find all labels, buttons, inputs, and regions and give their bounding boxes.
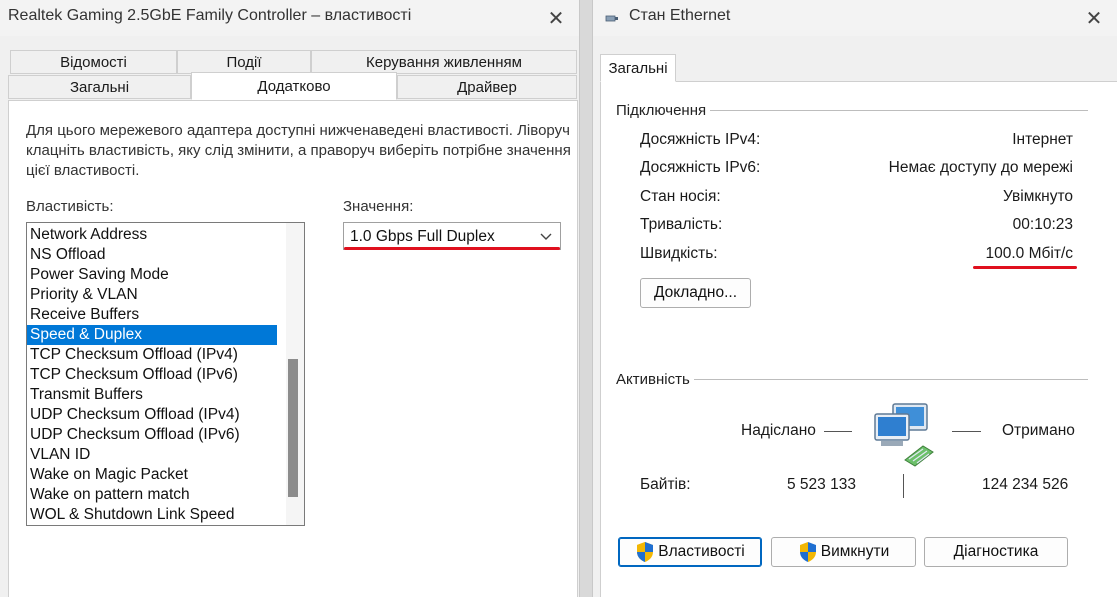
details-button[interactable]: Докладно... (640, 278, 751, 308)
bytes-received-value: 124 234 526 (982, 476, 1069, 493)
tab-power-management[interactable]: Керування живленням (311, 50, 577, 74)
close-icon: ✕ (547, 7, 565, 30)
received-dash (952, 431, 981, 432)
list-item[interactable]: Network Address (27, 225, 277, 245)
close-button[interactable]: ✕ (1071, 0, 1117, 36)
list-item[interactable]: WOL & Shutdown Link Speed (27, 505, 277, 525)
uac-shield-icon (637, 542, 654, 562)
list-item[interactable]: Wake on pattern match (27, 485, 277, 505)
value-dropdown[interactable]: 1.0 Gbps Full Duplex (343, 222, 561, 250)
uac-shield-icon (799, 542, 816, 562)
received-label: Отримано (1002, 422, 1075, 439)
media-state-value: Увімкнуто (1003, 188, 1073, 205)
highlight-underline (344, 247, 560, 250)
ipv6-label: Досяжність IPv6: (640, 159, 761, 176)
window-title: Стан Ethernet (629, 7, 731, 24)
button-label: Вимкнути (820, 543, 890, 560)
advanced-description: Для цього мережевого адаптера доступні н… (26, 122, 571, 179)
tab-label: Загальні (608, 59, 668, 77)
tab-events[interactable]: Події (177, 50, 311, 74)
button-label: Властивості (658, 543, 745, 560)
list-item[interactable]: TCP Checksum Offload (IPv4) (27, 345, 277, 365)
tab-label: Події (226, 53, 262, 71)
list-item[interactable]: Power Saving Mode (27, 265, 277, 285)
title-bar: Стан Ethernet ✕ (593, 0, 1117, 36)
property-label: Властивість: (26, 198, 114, 215)
speed-value: 100.0 Мбіт/с (985, 245, 1073, 262)
ipv4-value: Інтернет (1012, 131, 1073, 148)
ipv4-label: Досяжність IPv4: (640, 131, 761, 148)
tab-label: Відомості (60, 53, 127, 71)
list-item[interactable]: Receive Buffers (27, 305, 277, 325)
properties-button[interactable]: Властивості (618, 537, 762, 567)
sent-dash (824, 431, 852, 432)
value-label: Значення: (343, 198, 414, 215)
tab-advanced[interactable]: Додатково (191, 72, 397, 100)
tab-label: Додатково (257, 77, 331, 95)
chevron-down-icon (540, 233, 552, 240)
sent-label: Надіслано (741, 422, 816, 439)
title-bar: Realtek Gaming 2.5GbE Family Controller … (0, 0, 579, 36)
list-item[interactable]: UDP Checksum Offload (IPv4) (27, 405, 277, 425)
list-item[interactable]: UDP Checksum Offload (IPv6) (27, 425, 277, 445)
tab-general[interactable]: Загальні (8, 75, 191, 99)
list-item[interactable]: VLAN ID (27, 445, 277, 465)
scrollbar-thumb[interactable] (288, 359, 298, 497)
property-listbox[interactable]: Network Address NS Offload Power Saving … (26, 222, 305, 526)
tab-label: Керування живленням (366, 53, 522, 71)
list-item[interactable]: Priority & VLAN (27, 285, 277, 305)
button-label: Діагностика (953, 543, 1039, 560)
disable-button[interactable]: Вимкнути (771, 537, 916, 567)
tab-general[interactable]: Загальні (600, 54, 676, 82)
ethernet-icon (605, 15, 618, 22)
ipv6-value: Немає доступу до мережі (888, 159, 1073, 176)
media-state-label: Стан носія: (640, 188, 721, 205)
connection-group-title: Підключення (616, 102, 711, 119)
tab-label: Драйвер (457, 78, 517, 96)
button-label: Докладно... (653, 284, 738, 301)
close-icon: ✕ (1085, 7, 1103, 30)
highlight-underline (973, 266, 1077, 269)
list-item[interactable]: Transmit Buffers (27, 385, 277, 405)
duration-value: 00:10:23 (1012, 216, 1073, 233)
bytes-label: Байтів: (640, 476, 691, 493)
list-item-selected[interactable]: Speed & Duplex (27, 325, 277, 345)
list-item[interactable]: TCP Checksum Offload (IPv6) (27, 365, 277, 385)
close-button[interactable]: ✕ (533, 0, 579, 36)
tab-label: Загальні (69, 78, 130, 96)
tab-driver[interactable]: Драйвер (397, 75, 577, 99)
scrollbar[interactable] (286, 223, 304, 525)
activity-divider (903, 474, 904, 498)
window-title: Realtek Gaming 2.5GbE Family Controller … (8, 7, 412, 24)
diagnose-button[interactable]: Діагностика (924, 537, 1068, 567)
dropdown-value: 1.0 Gbps Full Duplex (350, 228, 495, 245)
speed-label: Швидкість: (640, 245, 718, 262)
network-computers-icon (874, 403, 934, 467)
duration-label: Тривалість: (640, 216, 723, 233)
bytes-sent-value: 5 523 133 (787, 476, 856, 493)
list-item[interactable]: NS Offload (27, 245, 277, 265)
tab-details[interactable]: Відомості (10, 50, 177, 74)
list-item[interactable]: Wake on Magic Packet (27, 465, 277, 485)
activity-group-title: Активність (616, 371, 694, 388)
